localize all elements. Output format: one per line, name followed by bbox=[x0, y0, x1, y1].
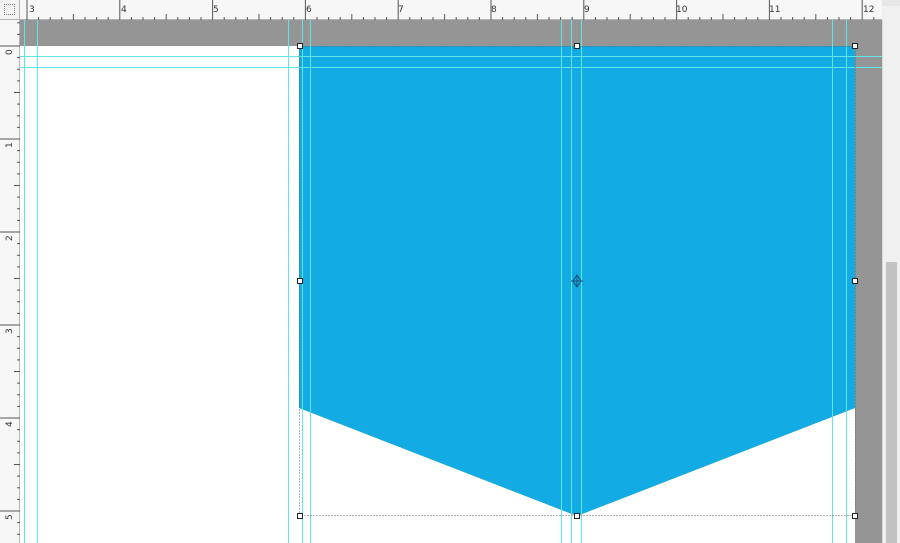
ruler-label-11: 11 bbox=[769, 5, 780, 15]
ruler-label-4: 4 bbox=[121, 5, 127, 15]
ruler-label-8: 8 bbox=[491, 5, 497, 15]
ruler-label-7: 7 bbox=[398, 5, 404, 15]
resize-handle-top-right[interactable] bbox=[852, 43, 858, 49]
ruler-label-v5: 5 bbox=[5, 514, 15, 520]
ruler-label-6: 6 bbox=[306, 5, 312, 15]
ruler-label-v1: 1 bbox=[5, 142, 15, 148]
resize-handle-bottom-left[interactable] bbox=[297, 513, 303, 519]
resize-handle-left[interactable] bbox=[297, 278, 303, 284]
resize-handle-bottom[interactable] bbox=[574, 513, 580, 519]
resize-handle-top[interactable] bbox=[574, 43, 580, 49]
ruler-origin-icon bbox=[4, 4, 15, 15]
ruler-label-v0: 0 bbox=[5, 49, 15, 55]
vertical-scrollbar-thumb[interactable] bbox=[886, 262, 897, 543]
ruler-label-12: 12 bbox=[863, 5, 874, 15]
resize-handle-top-left[interactable] bbox=[297, 43, 303, 49]
ruler-label-9: 9 bbox=[584, 5, 590, 15]
resize-handle-right[interactable] bbox=[852, 278, 858, 284]
horizontal-ruler-scale: 3 4 5 6 7 8 9 10 11 12 bbox=[26, 0, 874, 20]
ruler-label-v4: 4 bbox=[5, 421, 15, 427]
ruler-origin-corner[interactable] bbox=[0, 0, 20, 20]
ruler-label-10: 10 bbox=[676, 5, 688, 15]
vertical-ruler[interactable]: 0 1 2 3 4 5 bbox=[0, 20, 20, 543]
horizontal-ruler[interactable]: 3 4 5 6 7 8 9 10 11 12 bbox=[20, 0, 882, 20]
ruler-label-5: 5 bbox=[213, 5, 219, 15]
ruler-label-3: 3 bbox=[29, 5, 35, 15]
ruler-label-v2: 2 bbox=[5, 235, 15, 241]
resize-handle-bottom-right[interactable] bbox=[852, 513, 858, 519]
vertical-ruler-scale: 0 1 2 3 4 5 bbox=[0, 22, 20, 535]
pasteboard[interactable] bbox=[20, 20, 882, 543]
vertical-scrollbar[interactable] bbox=[882, 20, 900, 543]
ruler-label-v3: 3 bbox=[5, 328, 15, 334]
document-canvas[interactable] bbox=[20, 20, 882, 543]
